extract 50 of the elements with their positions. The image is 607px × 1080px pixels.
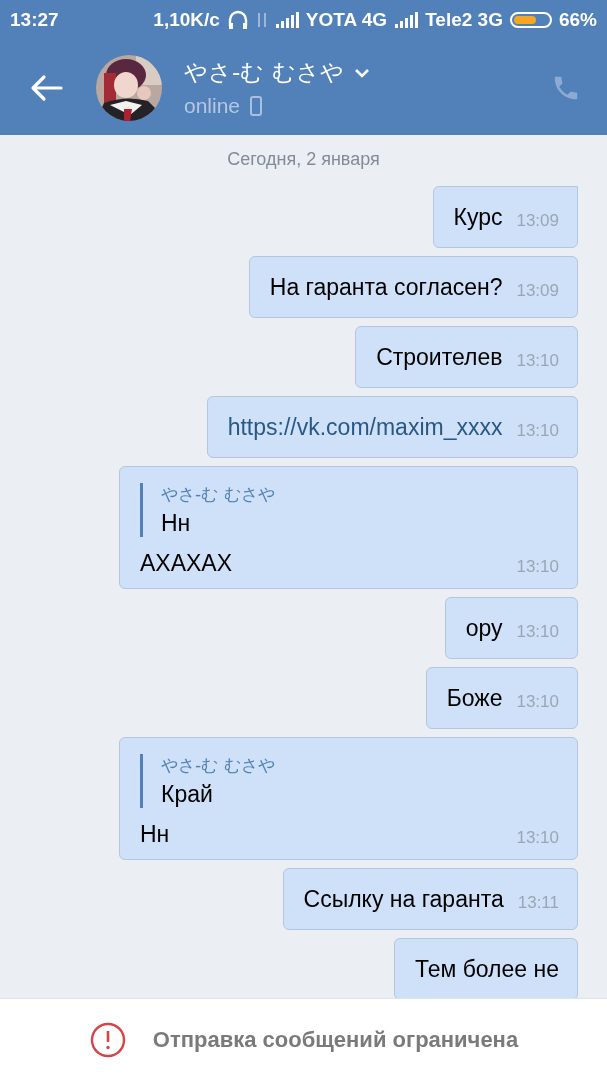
signal-icon [394,11,419,29]
chevron-down-icon[interactable] [353,67,370,78]
message-link[interactable]: https://vk.com/maxim_xxxx [227,413,503,441]
message-bubble[interactable]: ору 13:10 [444,597,578,659]
quote-author: やさ-む むさや [161,483,276,506]
online-status: online [184,94,241,118]
message-bubble[interactable]: На гаранта согласен? 13:09 [248,256,578,318]
message-bubble[interactable]: Ссылку на гаранта 13:11 [282,868,578,930]
battery-icon [509,12,552,28]
message-text: Курс [453,203,503,231]
message-time: 13:10 [516,828,559,848]
message-text: Нн [140,820,170,848]
headphones-icon [226,9,249,31]
contact-name[interactable]: やさ-む むさや [184,57,344,88]
phone-device-icon [250,96,263,116]
carrier-label: Tele2 3G [425,9,503,31]
message-text: АХАХАХ [140,549,233,577]
message-bubble[interactable]: Курс 13:09 [432,186,578,248]
carrier-label: YOTA 4G [305,9,388,31]
message-time: 13:09 [516,281,559,301]
message-bubble[interactable]: https://vk.com/maxim_xxxx 13:10 [206,396,578,458]
message-time: 13:11 [517,893,559,913]
quote-author: やさ-む むさや [161,754,276,777]
message-time: 13:10 [516,692,559,712]
network-speed: 1,10K/c [153,9,220,31]
message-time: 13:10 [516,351,559,371]
message-time: 13:10 [516,421,559,441]
message-time: 13:09 [516,211,559,231]
message-text: Боже [446,684,503,712]
message-time: 13:10 [516,622,559,642]
message-text: Ссылку на гаранта [303,885,504,913]
message-bubble[interactable]: やさ-む むさや Нн АХАХАХ 13:10 [119,466,578,589]
message-bubble[interactable]: Строителев 13:10 [355,326,578,388]
clock: 13:27 [10,9,59,31]
battery-percent: 66% [558,9,597,31]
quote-text: Край [161,781,214,808]
notice-text: Отправка сообщений ограничена [152,1026,519,1053]
warning-icon [88,1020,127,1059]
message-text: ору [465,614,503,642]
message-time: 13:10 [516,557,559,577]
message-text: На гаранта согласен? [269,273,503,301]
signal-icon [274,11,299,29]
date-label: Сегодня, 2 января [226,149,381,170]
message-bubble[interactable]: やさ-む むさや Край Нн 13:10 [119,737,578,860]
quote-text: Нн [161,510,192,537]
back-arrow-icon[interactable] [30,73,64,102]
message-bubble[interactable]: Боже 13:10 [425,667,578,729]
message-text: Тем более не [414,955,559,983]
message-text: Строителев [376,343,503,371]
message-bubble[interactable]: Тем более не [393,938,578,998]
